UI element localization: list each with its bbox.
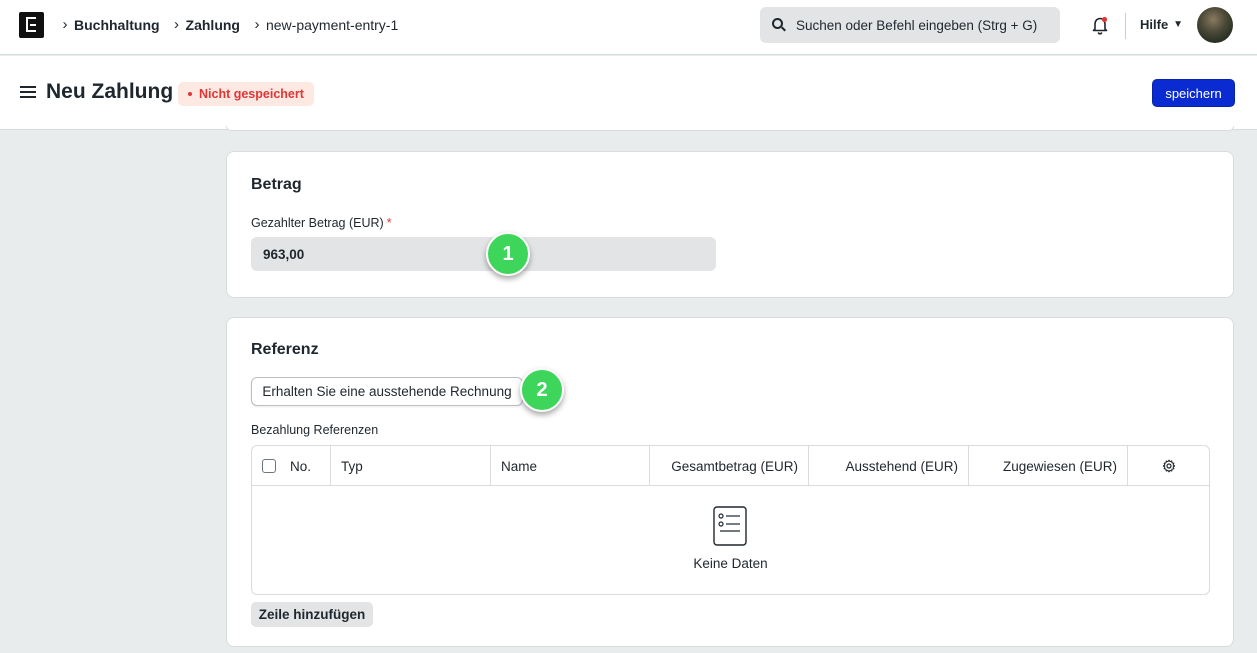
- top-navbar: › Buchhaltung › Zahlung › new-payment-en…: [0, 0, 1257, 55]
- breadcrumb: › Buchhaltung › Zahlung › new-payment-en…: [56, 16, 406, 33]
- referenz-section: Referenz Erhalten Sie eine ausstehende R…: [226, 317, 1234, 647]
- column-zugewiesen: Zugewiesen (EUR): [969, 446, 1128, 486]
- chevron-right-icon: ›: [174, 16, 180, 33]
- payment-references-label: Bezahlung Referenzen: [251, 423, 379, 437]
- help-dropdown[interactable]: Hilfe ▼: [1140, 17, 1183, 32]
- required-marker: *: [386, 216, 392, 230]
- help-label: Hilfe: [1140, 17, 1169, 32]
- search-placeholder: Suchen oder Befehl eingeben (Strg + G): [796, 17, 1038, 33]
- step-marker-2: 2: [520, 368, 564, 412]
- column-ausstehend: Ausstehend (EUR): [809, 446, 969, 486]
- table-empty-state: Keine Daten: [252, 486, 1209, 594]
- previous-section-card: [226, 126, 1234, 131]
- payment-references-table: No. Typ Name Gesamtbetrag (EUR) Ausstehe…: [251, 445, 1210, 595]
- column-gesamtbetrag: Gesamtbetrag (EUR): [650, 446, 809, 486]
- app-logo-icon[interactable]: [19, 12, 44, 38]
- avatar[interactable]: [1197, 7, 1233, 43]
- status-badge-label: Nicht gespeichert: [199, 87, 304, 101]
- search-icon: [772, 18, 786, 32]
- page-title: Neu Zahlung: [46, 80, 174, 103]
- betrag-section-title: Betrag: [251, 176, 302, 193]
- column-settings: [1128, 446, 1209, 486]
- bell-icon[interactable]: [1090, 15, 1110, 35]
- empty-list-icon: [713, 506, 747, 546]
- save-button[interactable]: speichern: [1152, 79, 1235, 107]
- get-outstanding-invoice-button[interactable]: Erhalten Sie eine ausstehende Rechnung: [251, 377, 523, 406]
- navbar-divider: [1125, 13, 1126, 39]
- step-marker-1: 1: [486, 232, 530, 276]
- paid-amount-label-text: Gezahlter Betrag (EUR): [251, 216, 384, 230]
- search-bar[interactable]: Suchen oder Befehl eingeben (Strg + G): [760, 7, 1060, 43]
- column-no-label: No.: [290, 458, 312, 474]
- column-name: Name: [491, 446, 650, 486]
- status-badge: Nicht gespeichert: [178, 82, 314, 106]
- betrag-section: Betrag Gezahlter Betrag (EUR) * 963,00 1: [226, 151, 1234, 298]
- add-row-button[interactable]: Zeile hinzufügen: [251, 602, 373, 627]
- referenz-section-title: Referenz: [251, 341, 319, 358]
- column-no: No.: [252, 446, 331, 486]
- hamburger-icon[interactable]: [20, 86, 36, 98]
- chevron-down-icon: ▼: [1173, 19, 1184, 30]
- table-header-row: No. Typ Name Gesamtbetrag (EUR) Ausstehe…: [252, 446, 1209, 486]
- gear-icon[interactable]: [1162, 459, 1176, 473]
- empty-state-text: Keine Daten: [693, 556, 768, 571]
- column-typ: Typ: [331, 446, 491, 486]
- breadcrumb-item-zahlung[interactable]: Zahlung: [186, 17, 240, 33]
- breadcrumb-item-current: new-payment-entry-1: [265, 16, 399, 33]
- chevron-right-icon: ›: [62, 16, 68, 33]
- status-dot: [188, 92, 192, 96]
- breadcrumb-item-buchhaltung[interactable]: Buchhaltung: [74, 17, 160, 33]
- paid-amount-label: Gezahlter Betrag (EUR) *: [251, 216, 392, 230]
- page-header: Neu Zahlung Nicht gespeichert speichern: [0, 56, 1257, 130]
- select-all-checkbox[interactable]: [262, 459, 276, 473]
- chevron-right-icon: ›: [254, 16, 260, 33]
- paid-amount-input[interactable]: 963,00: [251, 237, 716, 271]
